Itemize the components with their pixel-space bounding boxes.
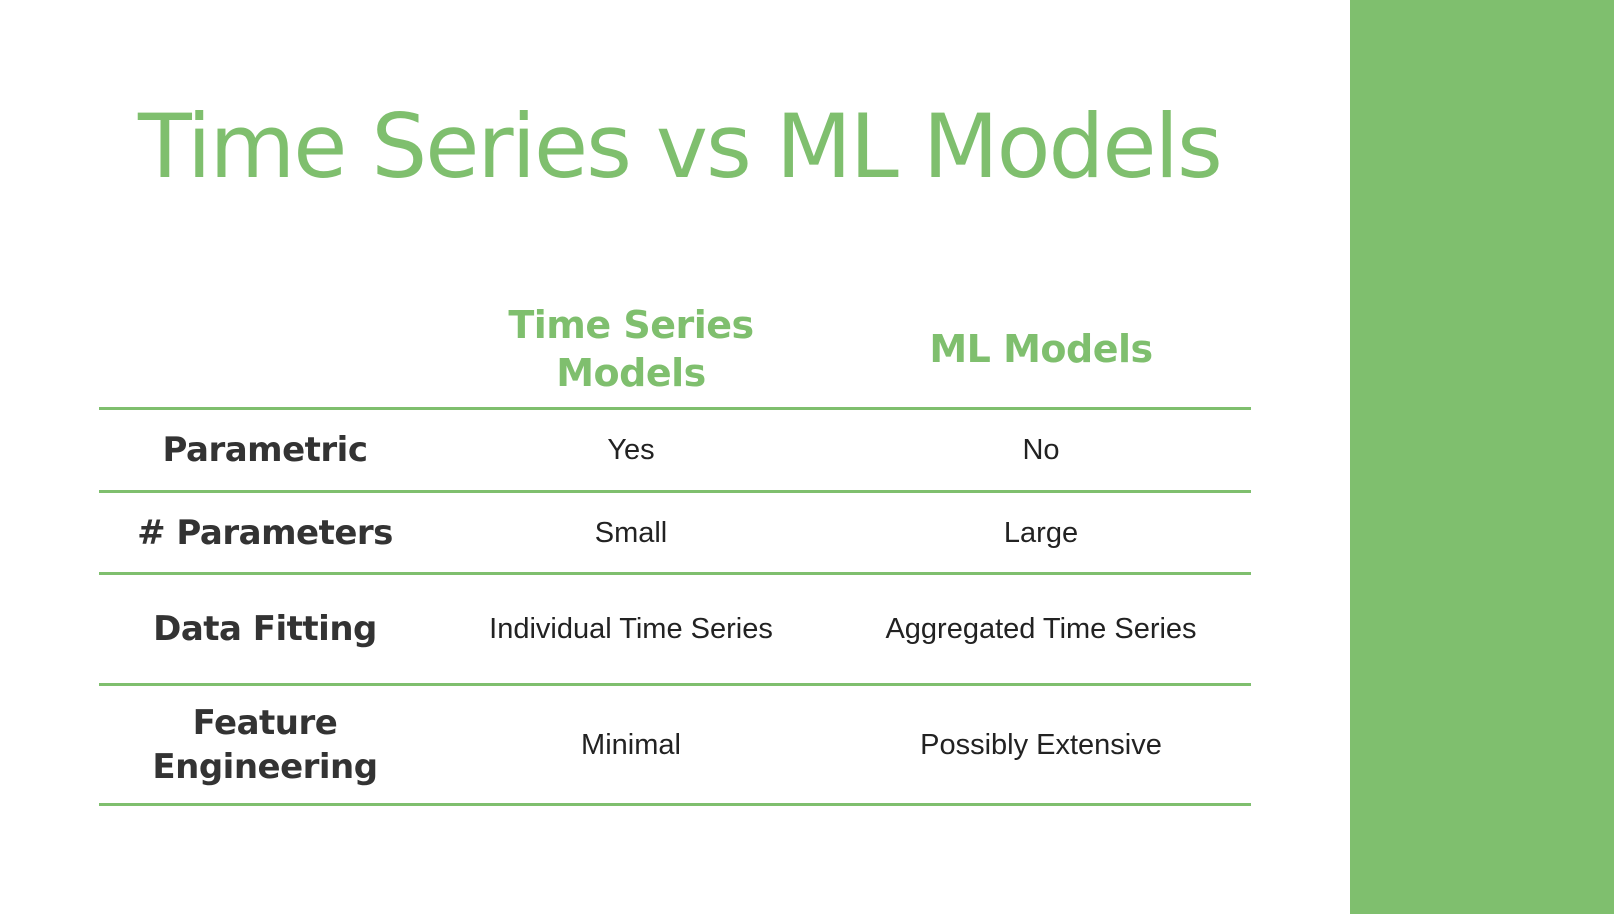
column-header-time-series: Time Series Models	[508, 302, 754, 395]
table-cell: Large	[1003, 516, 1079, 549]
table-divider	[99, 803, 1251, 806]
row-label: # Parameters	[137, 512, 393, 553]
accent-sidebar	[1350, 0, 1614, 914]
row-label: Data Fitting	[153, 609, 377, 649]
table-row: # Parameters Small Large	[99, 493, 1251, 572]
table-row: Parametric Yes No	[99, 410, 1251, 490]
table-cell: Minimal	[581, 728, 681, 761]
table-row: Data Fitting Individual Time Series Aggr…	[99, 575, 1251, 683]
table-row: Feature Engineering Minimal Possibly Ext…	[99, 686, 1251, 803]
row-label: Feature Engineering	[152, 702, 378, 787]
table-cell: Individual Time Series	[489, 613, 773, 645]
column-header-ml-models: ML Models	[929, 326, 1153, 371]
table-header-row: Time Series Models ML Models	[99, 290, 1251, 407]
table-cell: No	[1022, 434, 1060, 466]
table-cell: Small	[594, 516, 668, 549]
table-cell: Possibly Extensive	[920, 728, 1162, 761]
table-cell: Yes	[607, 434, 655, 466]
slide-title: Time Series vs ML Models	[138, 95, 1223, 198]
table-cell: Aggregated Time Series	[885, 613, 1197, 645]
slide: Time Series vs ML Models Time Series Mod…	[0, 0, 1614, 914]
row-label: Parametric	[162, 430, 368, 470]
comparison-table: Time Series Models ML Models Parametric …	[99, 290, 1251, 806]
